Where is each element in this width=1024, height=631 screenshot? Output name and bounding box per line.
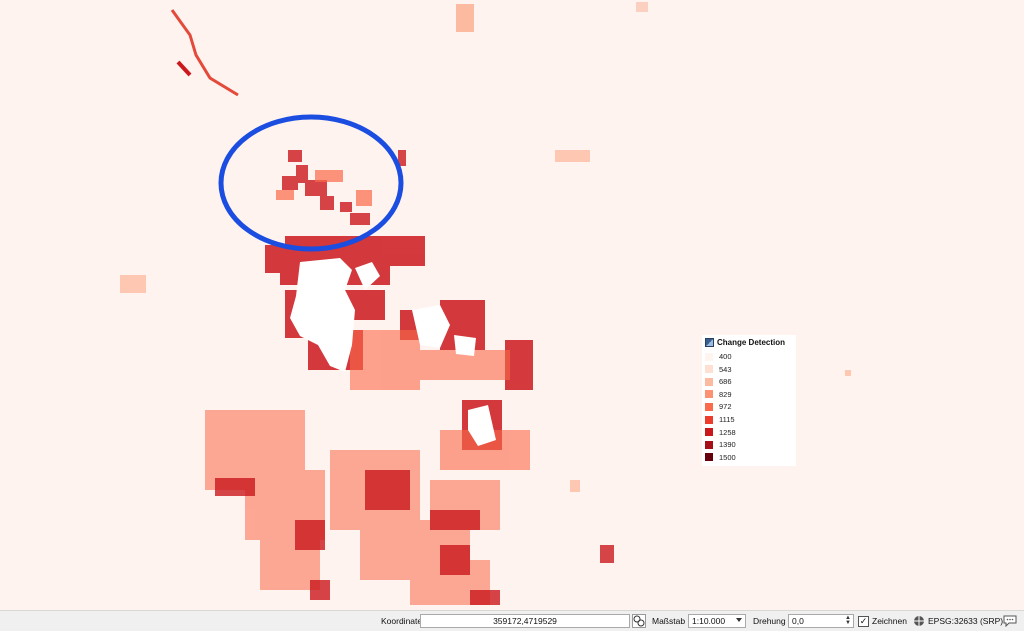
render-label: Zeichnen (872, 616, 907, 626)
legend-swatch (705, 415, 713, 424)
scale-value: 1:10.000 (692, 616, 726, 626)
scale-combobox[interactable]: 1:10.000 (688, 614, 746, 628)
legend-label: 829 (719, 389, 732, 399)
legend-entry: 1500 (705, 453, 736, 462)
legend-swatch (705, 402, 713, 411)
legend-swatch (705, 453, 713, 462)
legend-swatch (705, 352, 713, 361)
map-canvas[interactable]: Change Detection 400 543 686 829 972 1115 1258… (0, 0, 1024, 610)
legend-title: Change Detection (705, 338, 785, 347)
legend-entry: 400 (705, 352, 732, 361)
globe-crs-icon[interactable] (913, 615, 925, 627)
rotation-spinbox[interactable]: 0,0 ▲ ▼ (788, 614, 854, 628)
legend-label: 400 (719, 352, 732, 361)
chevron-down-icon (736, 618, 742, 622)
rotation-label: Drehung (753, 616, 786, 626)
map-raster (0, 0, 1024, 610)
spin-arrows-icon[interactable]: ▲ ▼ (845, 615, 851, 626)
legend-entry: 543 (705, 365, 732, 374)
legend-label: 1500 (719, 452, 736, 462)
coordinate-field[interactable]: 359172,4719529 (420, 614, 630, 628)
legend-entry: 1115 (705, 415, 735, 424)
status-bar: Koordinate 359172,4719529 Maßstab 1:10.0… (0, 610, 1024, 631)
scale-label: Maßstab (652, 616, 686, 626)
legend-entry: 686 (705, 377, 732, 386)
legend-entry: 1390 (705, 440, 736, 449)
legend-label: 1115 (719, 415, 735, 424)
rotation-value: 0,0 (792, 616, 804, 626)
raster-layer-icon (705, 338, 714, 347)
legend-label: 1390 (719, 440, 736, 450)
legend-label: 686 (719, 377, 732, 387)
legend-swatch (705, 390, 713, 399)
coordinate-label: Koordinate (381, 616, 423, 626)
legend-swatch (705, 365, 713, 374)
map-legend: Change Detection 400 543 686 829 972 1115 1258… (702, 335, 796, 466)
legend-label: 543 (719, 364, 732, 374)
legend-label: 1258 (719, 427, 736, 437)
legend-entry: 1258 (705, 428, 736, 437)
toggle-extents-icon[interactable] (632, 614, 646, 628)
legend-entry: 829 (705, 390, 732, 399)
legend-swatch (705, 428, 713, 437)
legend-swatch (705, 377, 713, 386)
render-checkbox[interactable]: ✓ (858, 616, 869, 627)
legend-swatch (705, 440, 713, 449)
legend-label: 972 (719, 402, 732, 412)
crs-label[interactable]: EPSG:32633 (SRP) (928, 616, 1003, 626)
messages-icon[interactable] (1003, 615, 1017, 628)
legend-entry: 972 (705, 402, 732, 411)
